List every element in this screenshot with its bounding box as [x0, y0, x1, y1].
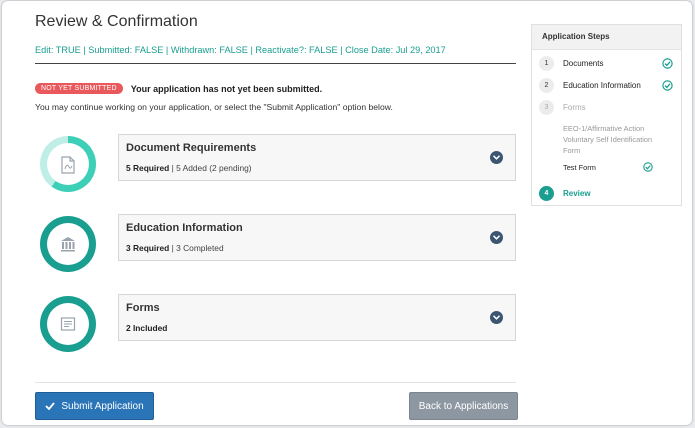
section-summary: 3 Required | 3 Completed — [126, 243, 224, 253]
section-card[interactable]: Forms 2 Included — [118, 294, 516, 341]
step-review[interactable]: 4 Review — [539, 186, 675, 202]
section-document-requirements: Document Requirements 5 Required | 5 Add… — [40, 134, 516, 194]
section-forms: Forms 2 Included — [40, 294, 516, 354]
checkmark-icon — [45, 402, 56, 410]
back-button-label: Back to Applications — [418, 400, 509, 412]
step-number: 4 — [539, 186, 554, 201]
step-label: Review — [563, 189, 591, 198]
submit-application-button[interactable]: Submit Application — [35, 392, 154, 420]
notice-subtext: You may continue working on your applica… — [35, 102, 393, 112]
expand-chevron-icon[interactable] — [490, 151, 503, 164]
section-card[interactable]: Education Information 3 Required | 3 Com… — [118, 214, 516, 261]
check-circle-icon — [643, 162, 653, 172]
substep-eeo-form[interactable]: EEO-1/Affirmative Action Voluntary Self … — [563, 123, 659, 156]
step-number: 1 — [539, 56, 554, 71]
step-number: 2 — [539, 78, 554, 93]
submission-notice: NOT YET SUBMITTED Your application has n… — [35, 83, 322, 94]
section-title: Document Requirements — [126, 142, 257, 154]
page-title: Review & Confirmation — [35, 13, 198, 30]
step-label: Education Information — [563, 81, 641, 90]
notice-message: Your application has not yet been submit… — [130, 83, 323, 94]
substep-label: Test Form — [563, 163, 596, 172]
institution-icon — [61, 237, 75, 252]
check-circle-icon — [662, 58, 673, 69]
section-education-information: Education Information 3 Required | 3 Com… — [40, 214, 516, 274]
progress-ring — [40, 296, 96, 352]
section-card[interactable]: Document Requirements 5 Required | 5 Add… — [118, 134, 516, 181]
submit-button-label: Submit Application — [61, 400, 144, 412]
step-label: Documents — [563, 59, 604, 68]
step-label: Forms — [563, 103, 586, 112]
application-status-line: Edit: TRUE | Submitted: FALSE | Withdraw… — [35, 45, 446, 55]
not-submitted-badge: NOT YET SUBMITTED — [35, 83, 123, 94]
back-to-applications-button[interactable]: Back to Applications — [409, 392, 518, 420]
check-circle-icon — [662, 80, 673, 91]
footer-divider — [35, 382, 516, 383]
title-divider — [35, 63, 516, 64]
section-title: Education Information — [126, 222, 243, 234]
expand-chevron-icon[interactable] — [490, 231, 503, 244]
progress-ring — [40, 136, 96, 192]
section-summary: 2 Included — [126, 323, 168, 333]
form-icon — [60, 317, 76, 331]
review-window: Review & Confirmation Edit: TRUE | Submi… — [2, 1, 692, 425]
progress-ring — [40, 216, 96, 272]
steps-header: Application Steps — [532, 25, 681, 50]
step-forms[interactable]: 3 Forms — [539, 100, 675, 116]
step-education-information[interactable]: 2 Education Information — [539, 78, 675, 94]
expand-chevron-icon[interactable] — [490, 311, 503, 324]
step-documents[interactable]: 1 Documents — [539, 56, 675, 72]
step-number: 3 — [539, 100, 554, 115]
section-summary: 5 Required | 5 Added (2 pending) — [126, 163, 252, 173]
section-title: Forms — [126, 302, 160, 314]
application-steps-panel: Application Steps 1 Documents 2 Educatio… — [531, 24, 682, 206]
pdf-document-icon — [61, 156, 75, 174]
